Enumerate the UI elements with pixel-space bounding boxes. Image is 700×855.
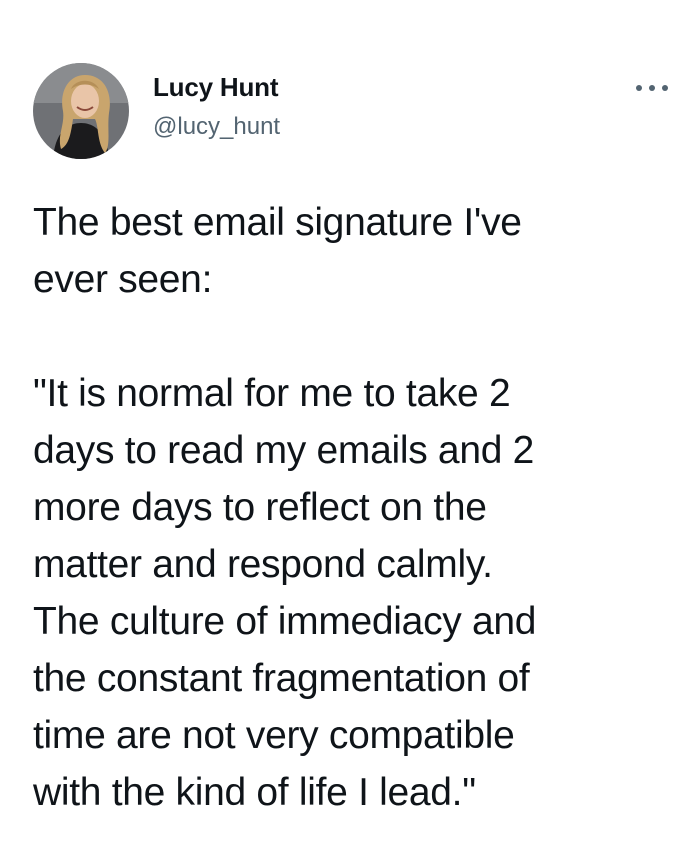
more-dot — [649, 85, 655, 91]
avatar[interactable] — [33, 63, 129, 159]
tweet-card: Lucy Hunt @lucy_hunt The best email sign… — [0, 0, 700, 855]
tweet-paragraph: "It is normal for me to take 2 days to r… — [33, 372, 537, 814]
author-handle[interactable]: @lucy_hunt — [153, 113, 280, 141]
more-options-icon[interactable] — [636, 78, 668, 98]
tweet-text: The best email signature I've ever seen:… — [33, 194, 673, 821]
more-dot — [636, 85, 642, 91]
avatar-photo — [33, 63, 129, 159]
more-dot — [662, 85, 668, 91]
author-display-name[interactable]: Lucy Hunt — [153, 72, 279, 103]
tweet-paragraph: The best email signature I've ever seen: — [33, 201, 522, 301]
